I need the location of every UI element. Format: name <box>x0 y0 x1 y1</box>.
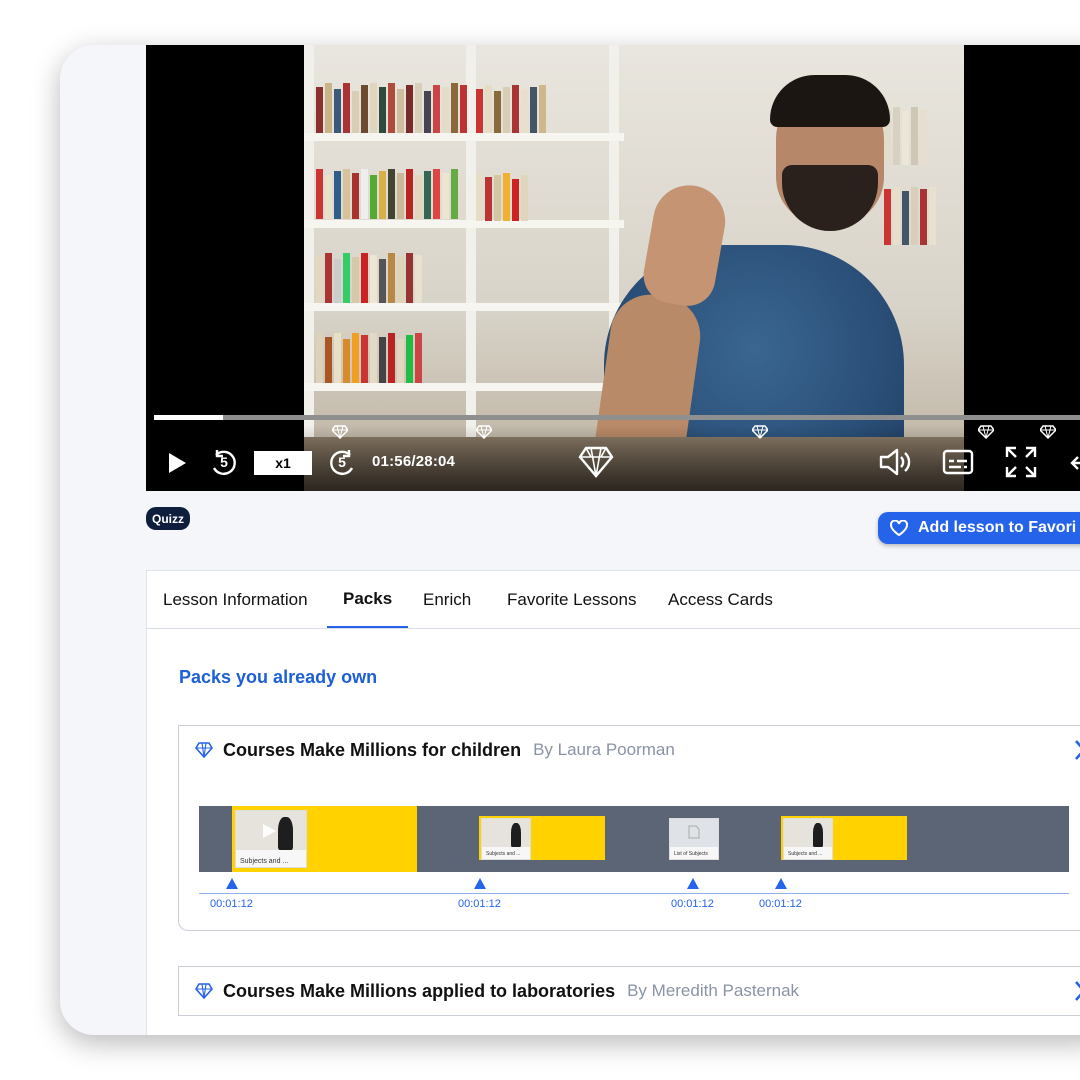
tab-bar: Lesson Information Packs Enrich Favorite… <box>147 571 1080 629</box>
chevron-right-icon[interactable] <box>1073 979 1080 1003</box>
pack-title: Courses Make Millions applied to laborat… <box>223 980 616 1001</box>
pack-gem-icon <box>195 742 213 758</box>
pack-author: By Meredith Pasternak <box>627 981 800 1000</box>
video-player[interactable]: 5 x1 5 01:56/28:04 <box>146 45 1080 491</box>
document-icon <box>688 825 700 839</box>
add-to-favorites-button[interactable]: Add lesson to Favori <box>878 512 1080 544</box>
volume-icon[interactable] <box>878 447 912 477</box>
timeline-thumbnail[interactable]: Subjects and ... <box>481 818 531 860</box>
rewind-5-button[interactable]: 5 <box>208 447 240 479</box>
timeline-thumbnail[interactable]: Subjects and ... <box>783 818 833 860</box>
rewind-seconds: 5 <box>220 454 228 470</box>
timeline-tick-icon[interactable] <box>226 878 238 889</box>
pack-header-2[interactable]: Courses Make Millions applied to laborat… <box>178 966 1080 1016</box>
timeline-axis <box>199 893 1069 894</box>
timeline-time: 00:01:12 <box>671 898 714 910</box>
pack-gem-icon <box>195 983 213 999</box>
forward-5-button[interactable]: 5 <box>326 447 358 479</box>
timeline-thumbnail[interactable]: Subjects and ... <box>235 810 307 868</box>
play-icon[interactable] <box>166 451 188 475</box>
thumbnail-caption: List of Subjects <box>674 851 708 857</box>
playback-speed-button[interactable]: x1 <box>254 451 312 475</box>
heart-icon <box>890 520 908 536</box>
packs-heading: Packs you already own <box>179 667 378 687</box>
thumbnail-caption: Subjects and ... <box>486 851 521 857</box>
tab-favorite-lessons[interactable]: Favorite Lessons <box>491 571 652 628</box>
fullscreen-icon[interactable] <box>1004 445 1038 479</box>
timeline-tick-icon[interactable] <box>474 878 486 889</box>
timeline-time: 00:01:12 <box>759 898 802 910</box>
timeline-tick-icon[interactable] <box>687 878 699 889</box>
pack-title: Courses Make Millions for children <box>223 739 522 760</box>
tab-access-cards[interactable]: Access Cards <box>652 571 789 628</box>
chapter-marker-icon[interactable] <box>752 425 768 439</box>
chevron-right-icon[interactable] <box>1073 738 1080 762</box>
chapter-marker-icon[interactable] <box>476 425 492 439</box>
chapter-marker-icon[interactable] <box>1040 425 1056 439</box>
timeline-time: 00:01:12 <box>458 898 501 910</box>
tab-enrich[interactable]: Enrich <box>407 571 487 628</box>
pack-timeline: Subjects and ... Subjects and ... List o… <box>178 774 1080 931</box>
timeline-tick-icon[interactable] <box>775 878 787 889</box>
chapter-marker-icon[interactable] <box>332 425 348 439</box>
subtitles-icon[interactable] <box>942 449 974 475</box>
timeline-thumbnail[interactable]: List of Subjects <box>669 818 719 860</box>
chapter-marker-icon[interactable] <box>978 425 994 439</box>
tab-lesson-information[interactable]: Lesson Information <box>147 571 324 628</box>
add-to-favorites-label: Add lesson to Favori <box>918 519 1077 536</box>
thumbnail-caption: Subjects and ... <box>788 851 823 857</box>
tab-packs[interactable]: Packs <box>327 571 409 628</box>
forward-seconds: 5 <box>338 454 346 470</box>
quiz-badge: Quizz <box>146 507 190 530</box>
progress-fill <box>154 415 224 420</box>
play-thumbnail-icon <box>263 824 276 838</box>
pack-author: By Laura Poorman <box>533 740 675 759</box>
time-display: 01:56/28:04 <box>372 453 456 470</box>
timeline-bar: Subjects and ... Subjects and ... List o… <box>199 806 1069 872</box>
progress-bar[interactable] <box>154 415 1080 420</box>
timeline-time: 00:01:12 <box>210 898 253 910</box>
app-frame: 5 x1 5 01:56/28:04 Quizz Add lesson to F… <box>60 45 1080 1035</box>
back-arrow-icon[interactable] <box>1068 453 1080 473</box>
diamond-chapters-icon[interactable] <box>578 445 614 479</box>
thumbnail-caption: Subjects and ... <box>240 858 289 865</box>
pack-header-1[interactable]: Courses Make Millions for children By La… <box>178 725 1080 775</box>
